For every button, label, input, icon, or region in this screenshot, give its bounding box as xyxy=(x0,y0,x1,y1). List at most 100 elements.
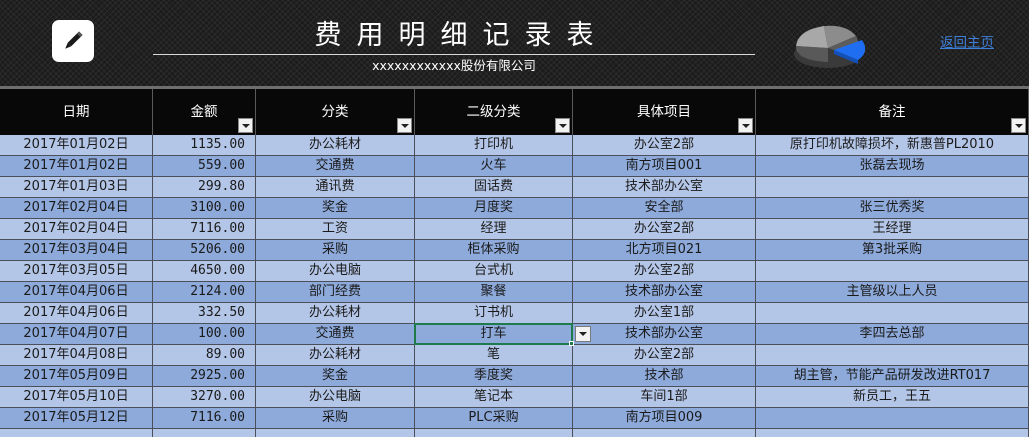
cell-project[interactable]: 技术部办公室 xyxy=(573,177,756,198)
column-header-subcategory[interactable]: 二级分类 xyxy=(415,89,573,135)
filter-dropdown-amount[interactable] xyxy=(238,118,253,133)
cell-date[interactable]: 2017年02月04日 xyxy=(0,198,153,219)
cell-project[interactable]: 车间1部 xyxy=(573,387,756,408)
cell-date[interactable]: 2017年03月05日 xyxy=(0,261,153,282)
cell-date[interactable]: 2017年04月06日 xyxy=(0,282,153,303)
cell-amount[interactable]: 7116.00 xyxy=(153,219,256,240)
cell-category[interactable]: 办公电脑 xyxy=(256,261,415,282)
cell-subcategory[interactable]: 笔记本 xyxy=(415,387,573,408)
cell-subcategory[interactable]: 经理 xyxy=(415,219,573,240)
cell-dropdown-button[interactable] xyxy=(575,326,591,342)
column-header-date[interactable]: 日期 xyxy=(0,89,153,135)
cell-notes[interactable]: 新员工，王五 xyxy=(756,387,1029,408)
cell-amount[interactable]: 332.50 xyxy=(153,303,256,324)
cell-subcategory[interactable]: 笔 xyxy=(415,345,573,366)
cell-category[interactable]: 采购 xyxy=(256,408,415,429)
cell-project[interactable]: 办公室1部 xyxy=(573,303,756,324)
cell-subcategory[interactable]: PLC采购 xyxy=(415,408,573,429)
column-header-category[interactable]: 分类 xyxy=(256,89,415,135)
cell-notes[interactable] xyxy=(756,429,1029,437)
cell-subcategory[interactable] xyxy=(415,429,573,437)
cell-category[interactable]: 奖金 xyxy=(256,366,415,387)
cell-date[interactable]: 2017年04月08日 xyxy=(0,345,153,366)
cell-subcategory[interactable]: 台式机 xyxy=(415,261,573,282)
cell-date[interactable]: 2017年03月04日 xyxy=(0,240,153,261)
cell-subcategory[interactable]: 打印机 xyxy=(415,135,573,156)
cell-notes[interactable]: 主管级以上人员 xyxy=(756,282,1029,303)
back-home-link[interactable]: 返回主页 xyxy=(940,34,994,52)
cell-amount[interactable] xyxy=(153,429,256,437)
cell-project[interactable]: 办公室2部 xyxy=(573,345,756,366)
cell-date[interactable]: 2017年01月02日 xyxy=(0,156,153,177)
cell-category[interactable]: 办公耗材 xyxy=(256,135,415,156)
cell-amount[interactable]: 7116.00 xyxy=(153,408,256,429)
cell-project[interactable]: 办公室2部 xyxy=(573,219,756,240)
cell-amount[interactable]: 4650.00 xyxy=(153,261,256,282)
cell-subcategory[interactable]: 月度奖 xyxy=(415,198,573,219)
cell-project[interactable]: 北方项目021 xyxy=(573,240,756,261)
cell-project[interactable]: 办公室2部 xyxy=(573,135,756,156)
cell-notes[interactable] xyxy=(756,261,1029,282)
fill-handle[interactable] xyxy=(569,341,574,346)
cell-category[interactable]: 工资 xyxy=(256,219,415,240)
cell-category[interactable]: 办公电脑 xyxy=(256,387,415,408)
cell-amount[interactable]: 89.00 xyxy=(153,345,256,366)
cell-amount[interactable]: 5206.00 xyxy=(153,240,256,261)
cell-notes[interactable]: 王经理 xyxy=(756,219,1029,240)
column-header-amount[interactable]: 金额 xyxy=(153,89,256,135)
filter-dropdown-notes[interactable] xyxy=(1011,118,1026,133)
cell-amount[interactable]: 3270.00 xyxy=(153,387,256,408)
cell-project[interactable]: 办公室2部 xyxy=(573,261,756,282)
filter-dropdown-project[interactable] xyxy=(738,118,753,133)
cell-amount[interactable]: 299.80 xyxy=(153,177,256,198)
cell-notes[interactable] xyxy=(756,408,1029,429)
column-header-notes[interactable]: 备注 xyxy=(756,89,1029,135)
cell-category[interactable]: 部门经费 xyxy=(256,282,415,303)
column-header-project[interactable]: 具体项目 xyxy=(573,89,756,135)
cell-subcategory[interactable]: 打车 xyxy=(415,324,573,345)
edit-button[interactable] xyxy=(52,20,94,62)
cell-date[interactable]: 2017年02月04日 xyxy=(0,219,153,240)
cell-subcategory[interactable]: 季度奖 xyxy=(415,366,573,387)
cell-notes[interactable]: 胡主管，节能产品研发改进RT017 xyxy=(756,366,1029,387)
cell-category[interactable]: 采购 xyxy=(256,240,415,261)
cell-subcategory[interactable]: 订书机 xyxy=(415,303,573,324)
cell-category[interactable]: 奖金 xyxy=(256,198,415,219)
cell-amount[interactable]: 100.00 xyxy=(153,324,256,345)
cell-subcategory[interactable]: 火车 xyxy=(415,156,573,177)
cell-date[interactable]: 2017年04月06日 xyxy=(0,303,153,324)
cell-project[interactable]: 安全部 xyxy=(573,198,756,219)
cell-project[interactable]: 技术部 xyxy=(573,366,756,387)
filter-dropdown-category[interactable] xyxy=(397,118,412,133)
cell-category[interactable]: 交通费 xyxy=(256,324,415,345)
cell-date[interactable]: 2017年01月02日 xyxy=(0,135,153,156)
cell-subcategory[interactable]: 固话费 xyxy=(415,177,573,198)
cell-notes[interactable]: 张磊去现场 xyxy=(756,156,1029,177)
cell-date[interactable]: 2017年01月03日 xyxy=(0,177,153,198)
cell-category[interactable]: 办公耗材 xyxy=(256,303,415,324)
cell-notes[interactable] xyxy=(756,303,1029,324)
cell-amount[interactable]: 1135.00 xyxy=(153,135,256,156)
cell-amount[interactable]: 559.00 xyxy=(153,156,256,177)
cell-project[interactable]: 南方项目009 xyxy=(573,408,756,429)
cell-amount[interactable]: 3100.00 xyxy=(153,198,256,219)
pie-chart-icon[interactable] xyxy=(790,16,872,74)
cell-subcategory[interactable]: 聚餐 xyxy=(415,282,573,303)
cell-date[interactable] xyxy=(0,429,153,437)
cell-project[interactable]: 技术部办公室 xyxy=(573,282,756,303)
cell-notes[interactable] xyxy=(756,177,1029,198)
cell-project[interactable]: 南方项目001 xyxy=(573,156,756,177)
cell-project[interactable] xyxy=(573,429,756,437)
cell-category[interactable]: 通讯费 xyxy=(256,177,415,198)
cell-amount[interactable]: 2925.00 xyxy=(153,366,256,387)
cell-date[interactable]: 2017年04月07日 xyxy=(0,324,153,345)
cell-notes[interactable]: 第3批采购 xyxy=(756,240,1029,261)
cell-notes[interactable]: 原打印机故障损坏，新惠普PL2010 xyxy=(756,135,1029,156)
cell-notes[interactable]: 李四去总部 xyxy=(756,324,1029,345)
cell-category[interactable]: 办公耗材 xyxy=(256,345,415,366)
cell-category[interactable]: 交通费 xyxy=(256,156,415,177)
filter-dropdown-subcategory[interactable] xyxy=(555,118,570,133)
cell-date[interactable]: 2017年05月09日 xyxy=(0,366,153,387)
cell-date[interactable]: 2017年05月12日 xyxy=(0,408,153,429)
cell-amount[interactable]: 2124.00 xyxy=(153,282,256,303)
